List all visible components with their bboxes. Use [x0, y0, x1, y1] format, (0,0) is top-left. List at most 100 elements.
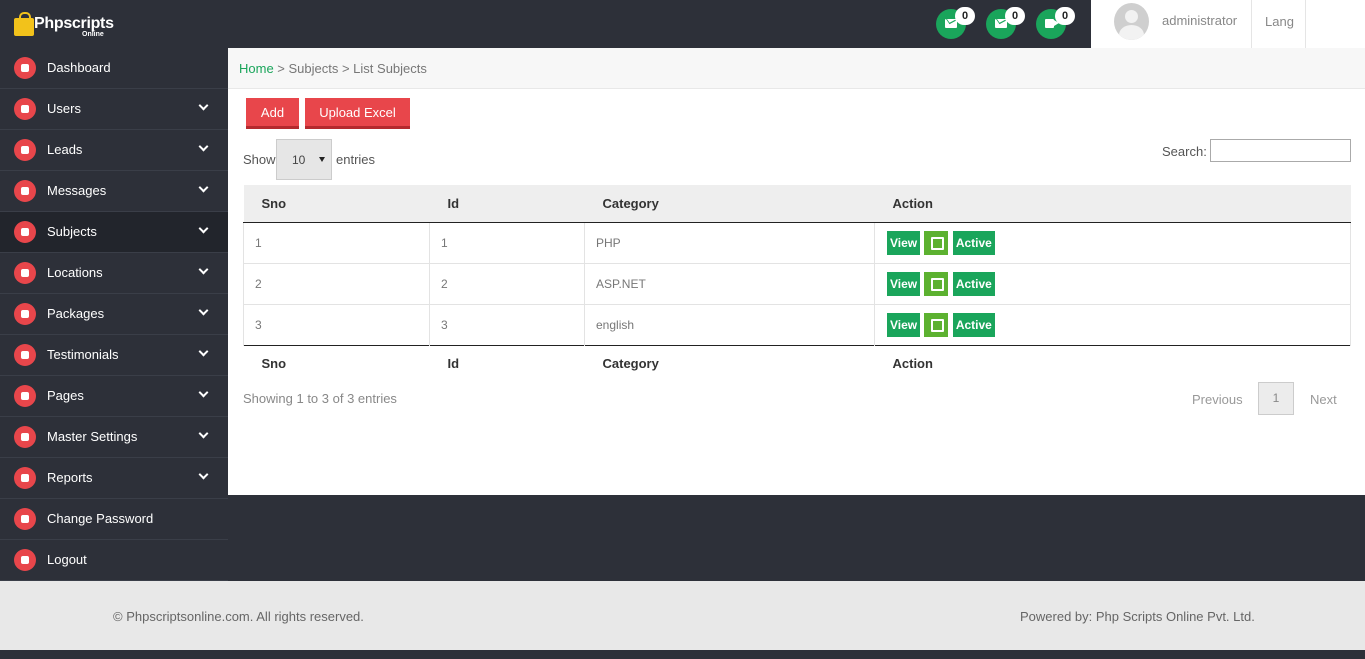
avatar[interactable] — [1114, 3, 1149, 40]
sidebar-item-label: Locations — [47, 265, 103, 280]
table-row: 1 1 PHP View Active — [243, 222, 1351, 264]
language-selector[interactable]: Lang — [1265, 14, 1294, 29]
active-button[interactable]: Active — [952, 312, 995, 337]
copyright-text: © Phpscriptsonline.com. All rights reser… — [113, 609, 364, 624]
chevron-down-icon — [198, 387, 209, 398]
chevron-down-icon — [198, 428, 209, 439]
search-input[interactable] — [1210, 139, 1351, 162]
page-1-button[interactable]: 1 — [1258, 382, 1294, 415]
cell-action: View Active — [874, 263, 1351, 305]
chevron-down-icon — [198, 223, 209, 234]
view-button[interactable]: View — [887, 271, 921, 296]
add-button[interactable]: Add — [246, 98, 299, 129]
entries-select[interactable]: 10 — [276, 139, 332, 180]
sidebar-item-change-password[interactable]: Change Password — [0, 499, 228, 540]
table-row: 3 3 english View Active — [243, 304, 1351, 345]
cell-sno: 3 — [243, 304, 430, 345]
sidebar-item-label: Logout — [47, 552, 87, 567]
cell-id: 1 — [429, 222, 585, 264]
column-header-sno[interactable]: Sno — [243, 185, 430, 223]
table-footer-row: Sno Id Category Action — [243, 344, 1351, 382]
user-name[interactable]: administrator — [1162, 13, 1237, 28]
video-notification-button[interactable]: 0 — [1036, 7, 1075, 39]
edit-icon[interactable] — [924, 271, 949, 296]
cell-category: english — [584, 304, 875, 345]
subjects-icon — [14, 221, 36, 243]
settings-icon — [14, 426, 36, 448]
sidebar: Dashboard Users Leads Messages Subjects … — [0, 48, 228, 581]
top-bar: Phpscripts Online 0 0 0 administrator La… — [0, 0, 1365, 48]
column-header-category[interactable]: Category — [584, 185, 875, 223]
table-info: Showing 1 to 3 of 3 entries — [243, 391, 397, 406]
dashboard-icon — [14, 57, 36, 79]
sidebar-item-label: Testimonials — [47, 347, 119, 362]
brand-sub: Online — [82, 31, 104, 38]
view-button[interactable]: View — [887, 230, 921, 255]
password-icon — [14, 508, 36, 530]
footer-header-id: Id — [429, 344, 585, 382]
sidebar-item-label: Messages — [47, 183, 107, 198]
edit-icon[interactable] — [924, 230, 949, 255]
breadcrumb-home-link[interactable]: Home — [239, 61, 274, 76]
sidebar-item-master-settings[interactable]: Master Settings — [0, 417, 228, 458]
next-page-button[interactable]: Next — [1310, 392, 1337, 407]
footer-header-category: Category — [584, 344, 875, 382]
sidebar-item-messages[interactable]: Messages — [0, 171, 228, 212]
table-header-row: Sno Id Category Action — [243, 185, 1351, 223]
cell-sno: 1 — [243, 222, 430, 264]
active-button[interactable]: Active — [952, 271, 995, 296]
shopping-bag-icon — [14, 12, 34, 36]
entries-label: entries — [336, 152, 376, 167]
sidebar-item-pages[interactable]: Pages — [0, 376, 228, 417]
message-notification-button[interactable]: 0 — [986, 7, 1025, 39]
users-icon — [14, 98, 36, 120]
sidebar-item-users[interactable]: Users — [0, 89, 228, 130]
notification-count: 0 — [955, 7, 975, 25]
main-content: Home > Subjects > List Subjects Add Uplo… — [228, 48, 1365, 495]
upload-excel-button[interactable]: Upload Excel — [305, 98, 410, 129]
search-label: Search: — [1162, 144, 1207, 159]
chevron-down-icon — [198, 305, 209, 316]
notification-count: 0 — [1005, 7, 1025, 25]
sidebar-item-dashboard[interactable]: Dashboard — [0, 48, 228, 89]
brand-logo[interactable]: Phpscripts Online — [14, 10, 134, 40]
chevron-down-icon — [198, 182, 209, 193]
view-button[interactable]: View — [887, 312, 921, 337]
sidebar-item-label: Leads — [47, 142, 83, 157]
breadcrumb-path: > Subjects > List Subjects — [273, 61, 427, 76]
testimonials-icon — [14, 344, 36, 366]
sidebar-item-label: Pages — [47, 388, 84, 403]
sidebar-item-label: Change Password — [47, 511, 154, 526]
dropdown-arrow-icon — [319, 157, 325, 162]
sidebar-item-subjects[interactable]: Subjects — [0, 212, 228, 253]
previous-page-button[interactable]: Previous — [1192, 392, 1243, 407]
chevron-down-icon — [198, 264, 209, 275]
sidebar-item-testimonials[interactable]: Testimonials — [0, 335, 228, 376]
sidebar-item-label: Users — [47, 101, 81, 116]
sidebar-item-label: Reports — [47, 470, 93, 485]
cell-category: ASP.NET — [584, 263, 875, 305]
sidebar-item-logout[interactable]: Logout — [0, 540, 228, 581]
sidebar-item-label: Dashboard — [47, 60, 111, 75]
show-label: Show — [243, 152, 276, 167]
subjects-table: Sno Id Category Action 1 1 PHP View Acti… — [243, 185, 1351, 382]
sidebar-item-locations[interactable]: Locations — [0, 253, 228, 294]
edit-icon[interactable] — [924, 312, 949, 337]
cell-id: 3 — [429, 304, 585, 345]
breadcrumb-text: Home > Subjects > List Subjects — [239, 61, 427, 76]
logout-icon — [14, 549, 36, 571]
sidebar-item-reports[interactable]: Reports — [0, 458, 228, 499]
mail-notification-button[interactable]: 0 — [936, 7, 975, 39]
divider — [1305, 0, 1306, 48]
reports-icon — [14, 467, 36, 489]
sidebar-item-packages[interactable]: Packages — [0, 294, 228, 335]
chevron-down-icon — [198, 100, 209, 111]
column-header-id[interactable]: Id — [429, 185, 585, 223]
divider — [1251, 0, 1252, 48]
sidebar-item-leads[interactable]: Leads — [0, 130, 228, 171]
footer: © Phpscriptsonline.com. All rights reser… — [0, 581, 1365, 650]
active-button[interactable]: Active — [952, 230, 995, 255]
cell-sno: 2 — [243, 263, 430, 305]
pages-icon — [14, 385, 36, 407]
sidebar-item-label: Packages — [47, 306, 105, 321]
